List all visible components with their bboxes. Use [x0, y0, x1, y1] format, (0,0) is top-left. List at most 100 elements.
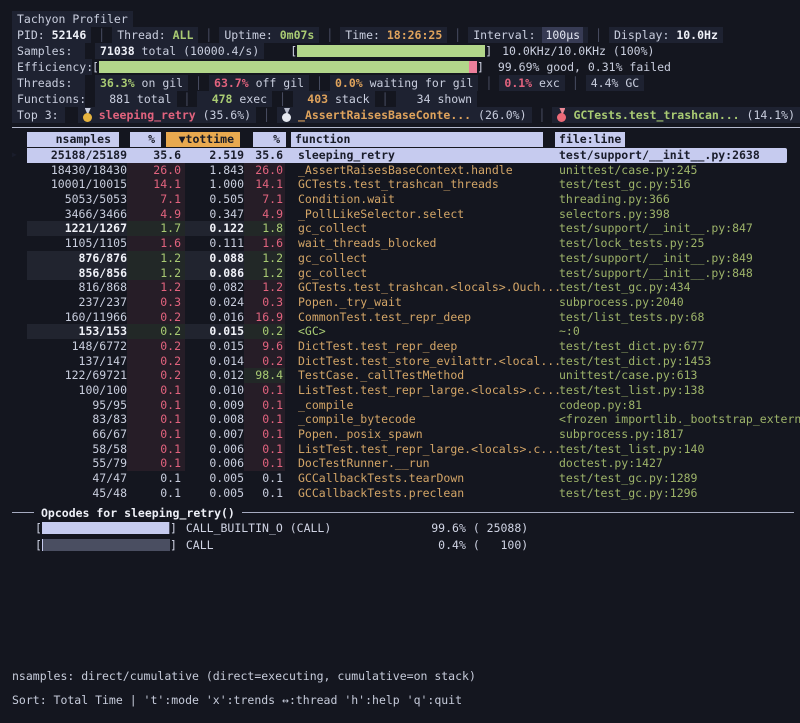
- cell-function: GCTests.test_trashcan_threads: [285, 177, 559, 192]
- column-header-pct-direct[interactable]: %: [130, 132, 161, 147]
- functions-shown: 34 shown: [396, 91, 478, 107]
- table-row[interactable]: 816/8681.20.0821.2GCTests.test_trashcan.…: [12, 280, 800, 295]
- function-table: ▶25188/2518935.62.51935.6sleeping_retryt…: [12, 148, 800, 501]
- top3-first[interactable]: sleeping_retry (35.6%): [78, 107, 256, 123]
- table-row[interactable]: 100/1000.10.0100.1ListTest.test_repr_lar…: [12, 383, 800, 398]
- cell-percent-direct: 0.1: [127, 398, 185, 413]
- rule-segment: [12, 512, 34, 513]
- interval-field: Interval: 100µs: [468, 27, 588, 43]
- opcode-row: [] CALL_BUILTIN_O (CALL) 99.6% ( 25088): [35, 520, 800, 537]
- cell-function: ListTest.test_repr_large.<locals>.c...: [285, 442, 559, 457]
- cell-nsamples: 25188/25189: [27, 148, 127, 163]
- table-row[interactable]: 122/697210.20.01298.4TestCase._callTestM…: [12, 368, 800, 383]
- cell-percent-cumulative: 35.6: [244, 148, 285, 163]
- cell-tottime: 0.006: [185, 442, 244, 457]
- efficiency-bar: [99, 61, 477, 73]
- row-cursor: [12, 427, 27, 442]
- row-cursor: [12, 471, 27, 486]
- row-cursor: [12, 207, 27, 222]
- cell-file-line: test/test_dict.py:677: [559, 339, 800, 354]
- cell-percent-direct: 0.1: [127, 486, 185, 501]
- cell-nsamples: 10001/10015: [27, 177, 127, 192]
- top3-second[interactable]: _AssertRaisesBaseConte... (26.0%): [277, 107, 531, 123]
- opcode-count: ( 100): [466, 538, 528, 552]
- table-row[interactable]: 1105/11051.60.1111.6wait_threads_blocked…: [12, 236, 800, 251]
- cell-percent-direct: 0.1: [127, 456, 185, 471]
- threads-line: Threads: 36.3% on gil │ 63.7% off gil │ …: [12, 75, 800, 91]
- cell-file-line: test/lock_tests.py:25: [559, 236, 800, 251]
- table-row[interactable]: 237/2370.30.0240.3Popen._try_waitsubproc…: [12, 295, 800, 310]
- cell-tottime: 0.347: [185, 207, 244, 222]
- table-row[interactable]: 66/670.10.0070.1Popen._posix_spawnsubpro…: [12, 427, 800, 442]
- divider: │: [447, 27, 468, 43]
- table-row[interactable]: 160/119660.20.01616.9CommonTest.test_rep…: [12, 310, 800, 325]
- table-row[interactable]: 58/580.10.0060.1ListTest.test_repr_large…: [12, 442, 800, 457]
- cell-percent-direct: 0.2: [127, 324, 185, 339]
- table-row[interactable]: 18430/1843026.01.84326.0_AssertRaisesBas…: [12, 163, 800, 178]
- footer-help: nsamples: direct/cumulative (direct=exec…: [12, 664, 476, 712]
- cell-function: DictTest.test_store_evilattr.<local...: [285, 354, 559, 369]
- table-row[interactable]: 10001/1001514.11.00014.1GCTests.test_tra…: [12, 177, 800, 192]
- cell-function: _PollLikeSelector.select: [285, 207, 559, 222]
- table-row[interactable]: 876/8761.20.0881.2gc_collecttest/support…: [12, 251, 800, 266]
- opcode-percent: 99.6%: [414, 521, 466, 535]
- display-value: 10.0Hz: [676, 27, 718, 43]
- cell-file-line: unittest/case.py:245: [559, 163, 800, 178]
- cell-percent-direct: 4.9: [127, 207, 185, 222]
- table-row[interactable]: ▶25188/2518935.62.51935.6sleeping_retryt…: [12, 148, 787, 163]
- column-header-tottime-sorted[interactable]: ▼tottime: [166, 132, 240, 147]
- cell-function: DictTest.test_repr_deep: [285, 339, 559, 354]
- row-cursor: [12, 354, 27, 369]
- column-header-function[interactable]: function: [291, 132, 543, 147]
- table-row[interactable]: 95/950.10.0090.1_compilecodeop.py:81: [12, 398, 800, 413]
- opcodes-section: Opcodes for sleeping_retry() [] CALL_BUI…: [12, 506, 800, 554]
- cell-function: Condition.wait: [285, 192, 559, 207]
- top3-third[interactable]: GCTests.test_trashcan... (14.1%): [552, 107, 800, 123]
- cell-nsamples: 47/47: [27, 471, 127, 486]
- table-row[interactable]: 83/830.10.0080.1_compile_bytecode<frozen…: [12, 412, 800, 427]
- cell-tottime: 0.505: [185, 192, 244, 207]
- thread-value: ALL: [173, 27, 194, 43]
- column-header-pct-cumulative[interactable]: %: [253, 132, 286, 147]
- cell-file-line: test/test_dict.py:1453: [559, 354, 800, 369]
- row-cursor: [12, 310, 27, 325]
- table-row[interactable]: 5053/50537.10.5057.1Condition.waitthread…: [12, 192, 800, 207]
- cell-file-line: ~:0: [559, 324, 800, 339]
- cell-percent-direct: 26.0: [127, 163, 185, 178]
- table-row[interactable]: 856/8561.20.0861.2gc_collecttest/support…: [12, 266, 800, 281]
- functions-line: Functions: 881 total │ 478 exec │ 403 st…: [12, 91, 800, 107]
- row-cursor: [12, 251, 27, 266]
- table-row[interactable]: 55/790.10.0060.1DocTestRunner.__rundocte…: [12, 456, 800, 471]
- title-line: Tachyon Profiler: [12, 11, 800, 27]
- table-row[interactable]: 148/67720.20.0159.6DictTest.test_repr_de…: [12, 339, 800, 354]
- cell-tottime: 1.843: [185, 163, 244, 178]
- legend-line: nsamples: direct/cumulative (direct=exec…: [12, 664, 476, 688]
- cell-percent-direct: 1.2: [127, 266, 185, 281]
- cell-percent-cumulative: 0.1: [244, 412, 285, 427]
- divider: │: [188, 75, 209, 91]
- divider: │: [309, 75, 330, 91]
- cell-function: TestCase._callTestMethod: [285, 368, 559, 383]
- table-row[interactable]: 1221/12671.70.1221.8gc_collecttest/suppo…: [12, 221, 800, 236]
- cell-file-line: test/test_gc.py:1289: [559, 471, 800, 486]
- column-header-nsamples[interactable]: nsamples: [27, 132, 119, 147]
- table-row[interactable]: 47/470.10.0050.1GCCallbackTests.tearDown…: [12, 471, 800, 486]
- table-top-divider: [12, 127, 800, 128]
- cell-nsamples: 3466/3466: [27, 207, 127, 222]
- cell-nsamples: 137/147: [27, 354, 127, 369]
- cell-tottime: 0.016: [185, 310, 244, 325]
- table-row[interactable]: 3466/34664.90.3474.9_PollLikeSelector.se…: [12, 207, 800, 222]
- cell-tottime: 0.015: [185, 324, 244, 339]
- column-header-file-line[interactable]: file:line: [555, 132, 625, 147]
- divider: │: [272, 91, 293, 107]
- cell-file-line: test/support/__init__.py:849: [559, 251, 800, 266]
- table-row[interactable]: 45/480.10.0050.1GCCallbackTests.preclean…: [12, 486, 800, 501]
- thread-selector[interactable]: Thread: ALL: [112, 27, 198, 43]
- row-cursor: [12, 192, 27, 207]
- table-row[interactable]: 153/1530.20.0150.2<GC>~:0: [12, 324, 800, 339]
- cell-percent-cumulative: 16.9: [244, 310, 285, 325]
- table-row[interactable]: 137/1470.20.0140.2DictTest.test_store_ev…: [12, 354, 800, 369]
- display-field: Display: 10.0Hz: [609, 27, 723, 43]
- cell-nsamples: 160/11966: [27, 310, 127, 325]
- row-cursor: [12, 456, 27, 471]
